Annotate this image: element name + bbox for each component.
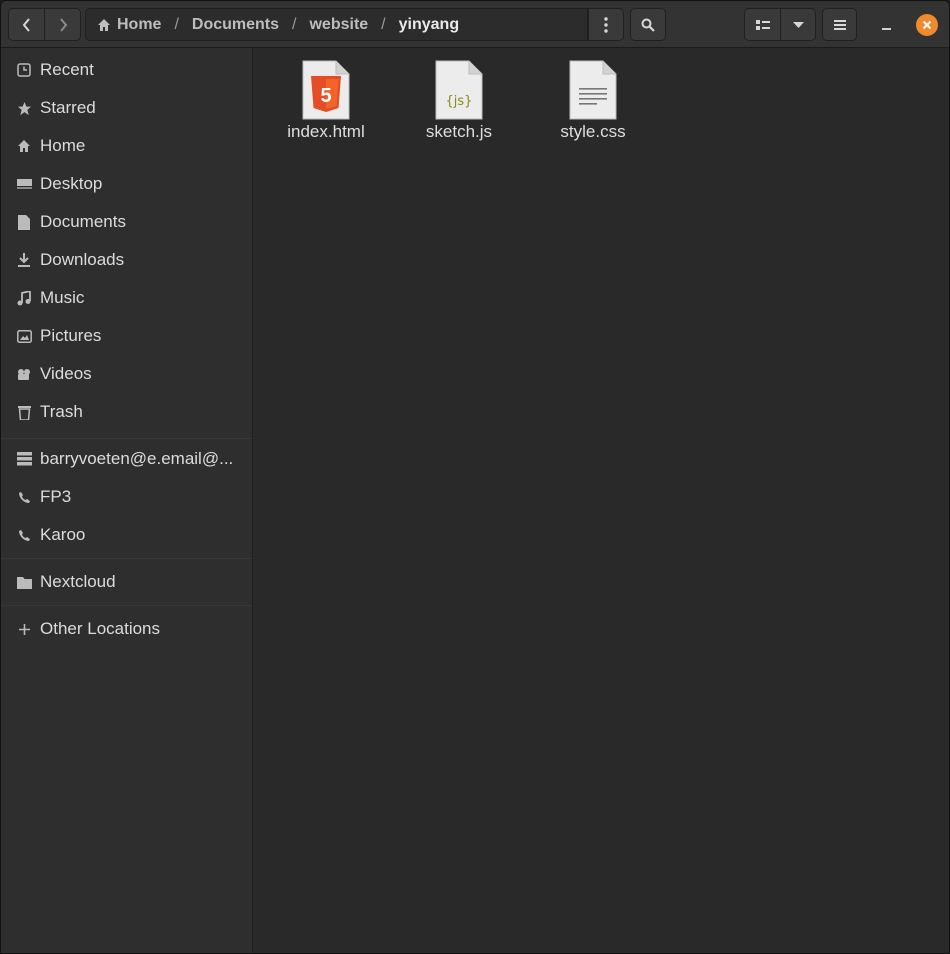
star-icon [16,100,32,116]
download-icon [16,252,32,268]
sidebar-item-label: Other Locations [40,619,161,638]
sidebar-item-label: FP3 [40,487,72,506]
minimize-button[interactable] [874,13,898,37]
home-icon [16,138,32,154]
file-name: sketch.js [425,122,493,141]
desktop-icon [16,176,32,192]
sidebar-item-remote-server[interactable]: barryvoeten@e.email@... [1,440,252,478]
sidebar-item-label: barryvoeten@e.email@... [40,449,234,468]
html5-file-icon: 5 [302,60,350,120]
breadcrumb-label: Home [117,15,162,33]
sidebar-divider [1,438,252,439]
vertical-dots-icon [604,16,608,33]
list-view-icon [755,19,770,30]
trash-icon [16,404,32,420]
main-menu-button[interactable] [822,8,857,41]
phone-icon [16,527,32,543]
search-button[interactable] [630,8,666,41]
phone-icon [16,489,32,505]
file-name: index.html [287,122,365,141]
sidebar-item-other-locations[interactable]: Other Locations [1,610,252,648]
breadcrumb-separator: / [174,15,179,33]
sidebar-item-recent[interactable]: Recent [1,51,252,89]
server-icon [16,451,32,467]
sidebar-item-videos[interactable]: Videos [1,355,252,393]
sidebar-item-downloads[interactable]: Downloads [1,241,252,279]
breadcrumb-website[interactable]: website [309,16,368,34]
back-button[interactable] [8,8,45,41]
sidebar-item-label: Nextcloud [40,572,116,591]
chevron-right-icon [59,17,67,32]
sidebar-item-pictures[interactable]: Pictures [1,317,252,355]
close-button[interactable] [916,14,938,36]
sidebar-item-label: Downloads [40,250,125,269]
breadcrumb-label: website [309,15,369,33]
breadcrumb-home[interactable]: Home [97,16,161,34]
breadcrumb-label: Documents [191,15,280,33]
close-icon [922,20,932,30]
sidebar-divider [1,558,252,559]
sidebar-item-label: Desktop [40,174,103,193]
music-icon [16,290,32,306]
sidebar-item-label: Pictures [40,326,102,345]
sidebar-item-music[interactable]: Music [1,279,252,317]
sidebar-item-karoo[interactable]: Karoo [1,516,252,554]
html5-badge: 5 [320,85,331,107]
sidebar-item-label: Music [40,288,85,307]
file-item-index-html[interactable]: 5 index.html [271,60,381,142]
javascript-file-icon: {js} [435,60,483,120]
file-item-style-css[interactable]: style.css [538,60,648,142]
sidebar-item-documents[interactable]: Documents [1,203,252,241]
sidebar: Recent Starred Home Desktop Documents Do… [1,48,253,953]
sidebar-item-label: Karoo [40,525,86,544]
breadcrumb-documents[interactable]: Documents [192,16,279,34]
sidebar-item-fp3[interactable]: FP3 [1,478,252,516]
breadcrumb: Home / Documents / website / yinyang [85,8,588,41]
minimize-icon [881,28,891,30]
breadcrumb-separator: / [381,15,386,33]
plus-icon [16,621,32,637]
pictures-icon [16,328,32,344]
file-view: 5 index.html {js} sketch.js style.css [254,48,949,953]
breadcrumb-yinyang[interactable]: yinyang [399,16,459,34]
sidebar-item-label: Documents [40,212,126,231]
sidebar-item-home[interactable]: Home [1,127,252,165]
search-icon [641,18,655,32]
sidebar-item-label: Starred [40,98,96,117]
videos-icon [16,366,32,382]
recent-icon [16,62,32,78]
header-bar: Home / Documents / website / yinyang [1,1,949,48]
sidebar-item-label: Home [40,136,86,155]
breadcrumb-label: yinyang [398,15,460,33]
breadcrumb-separator: / [292,15,297,33]
sidebar-item-desktop[interactable]: Desktop [1,165,252,203]
document-icon [16,214,32,230]
chevron-down-icon [792,21,804,28]
text-file-icon [569,60,617,120]
path-options-button[interactable] [588,8,624,41]
home-icon [98,18,110,31]
file-item-sketch-js[interactable]: {js} sketch.js [404,60,514,142]
hamburger-icon [833,19,846,30]
sidebar-item-label: Videos [40,364,92,383]
file-manager-window: Home / Documents / website / yinyang Rec… [0,0,950,954]
sidebar-item-trash[interactable]: Trash [1,393,252,431]
forward-button[interactable] [44,8,81,41]
chevron-left-icon [22,17,30,32]
folder-icon [16,574,32,590]
list-view-button[interactable] [744,8,781,41]
sidebar-item-label: Trash [40,402,83,421]
file-name: style.css [560,122,626,141]
sidebar-item-starred[interactable]: Starred [1,89,252,127]
sidebar-item-label: Recent [40,60,94,79]
view-options-button[interactable] [780,8,816,41]
sidebar-item-nextcloud[interactable]: Nextcloud [1,563,252,601]
js-badge: {js} [446,94,473,109]
sidebar-divider [1,605,252,606]
